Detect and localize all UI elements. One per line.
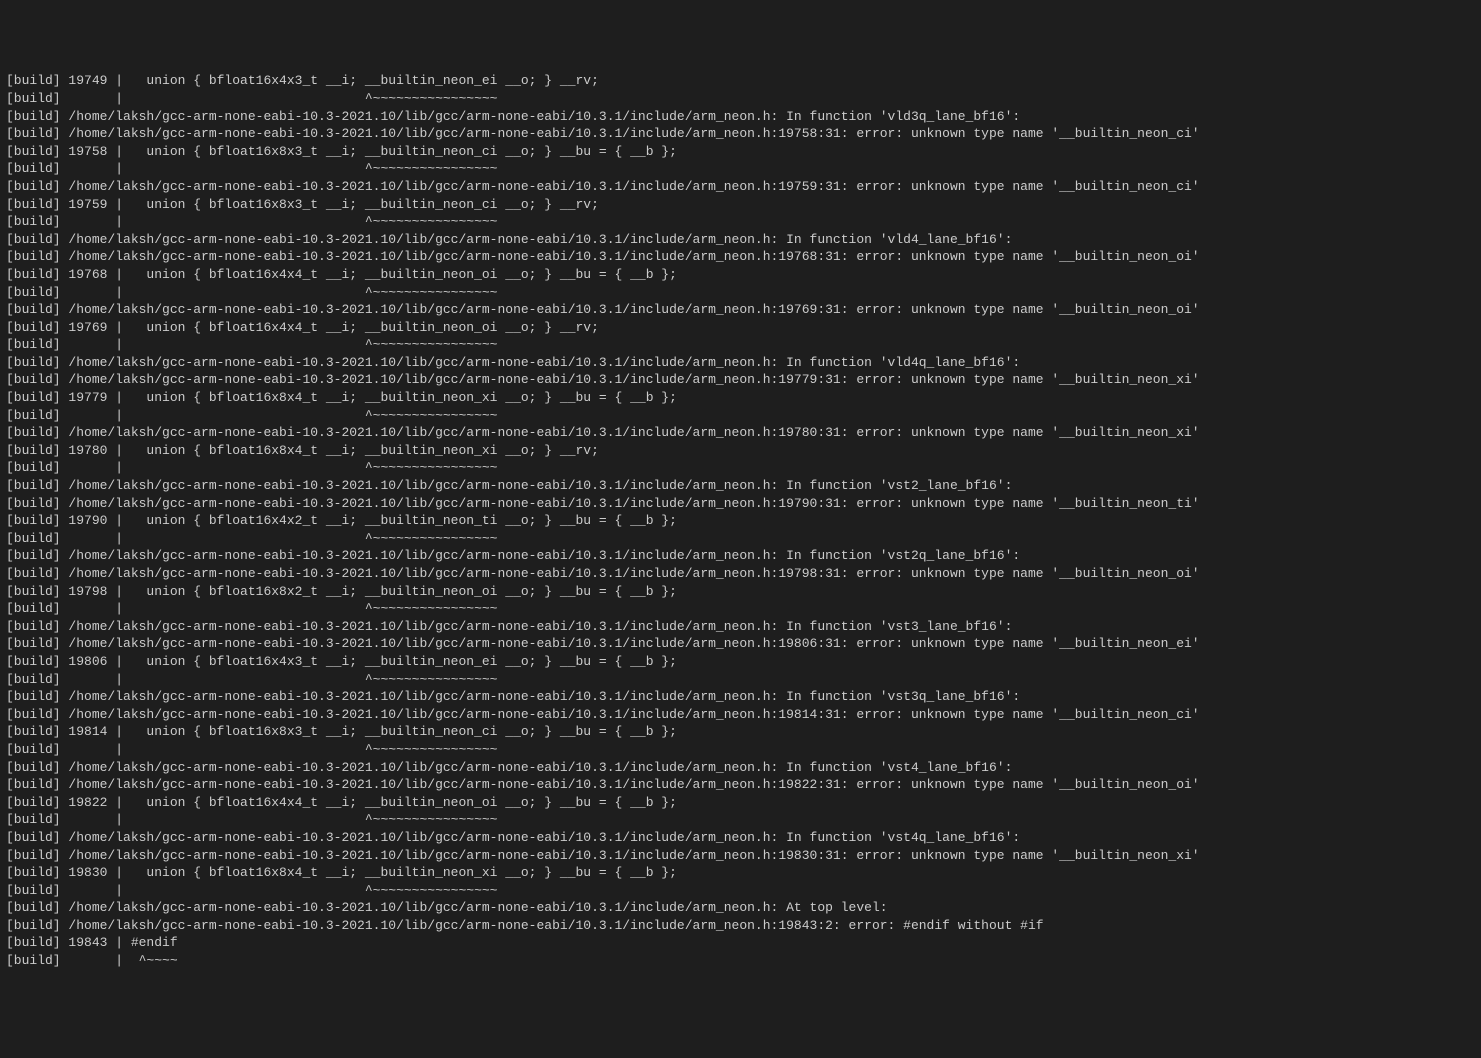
terminal-line: [build] | ^~~~~~~~~~~~~~~~~ [6, 882, 1481, 900]
terminal-line: [build] /home/laksh/gcc-arm-none-eabi-10… [6, 847, 1481, 865]
terminal-line: [build] | ^~~~~~~~~~~~~~~~~ [6, 336, 1481, 354]
terminal-line: [build] 19780 | union { bfloat16x8x4_t _… [6, 442, 1481, 460]
terminal-line: [build] 19790 | union { bfloat16x4x2_t _… [6, 512, 1481, 530]
terminal-line: [build] 19798 | union { bfloat16x8x2_t _… [6, 583, 1481, 601]
terminal-line: [build] 19806 | union { bfloat16x4x3_t _… [6, 653, 1481, 671]
terminal-line: [build] /home/laksh/gcc-arm-none-eabi-10… [6, 495, 1481, 513]
terminal-line: [build] /home/laksh/gcc-arm-none-eabi-10… [6, 424, 1481, 442]
terminal-line: [build] 19830 | union { bfloat16x8x4_t _… [6, 864, 1481, 882]
terminal-line: [build] /home/laksh/gcc-arm-none-eabi-10… [6, 776, 1481, 794]
terminal-line: [build] /home/laksh/gcc-arm-none-eabi-10… [6, 829, 1481, 847]
terminal-line: [build] /home/laksh/gcc-arm-none-eabi-10… [6, 759, 1481, 777]
terminal-line: [build] | ^~~~~~~~~~~~~~~~~ [6, 284, 1481, 302]
terminal-line: [build] 19759 | union { bfloat16x8x3_t _… [6, 196, 1481, 214]
terminal-line: [build] /home/laksh/gcc-arm-none-eabi-10… [6, 899, 1481, 917]
terminal-line: [build] | ^~~~~~~~~~~~~~~~~ [6, 671, 1481, 689]
terminal-line: [build] /home/laksh/gcc-arm-none-eabi-10… [6, 371, 1481, 389]
terminal-line: [build] /home/laksh/gcc-arm-none-eabi-10… [6, 301, 1481, 319]
terminal-line: [build] 19758 | union { bfloat16x8x3_t _… [6, 143, 1481, 161]
terminal-line: [build] 19769 | union { bfloat16x4x4_t _… [6, 319, 1481, 337]
terminal-line: [build] | ^~~~~~~~~~~~~~~~~ [6, 811, 1481, 829]
terminal-line: [build] | ^~~~~ [6, 952, 1481, 970]
terminal-line: [build] /home/laksh/gcc-arm-none-eabi-10… [6, 178, 1481, 196]
terminal-line: [build] /home/laksh/gcc-arm-none-eabi-10… [6, 248, 1481, 266]
terminal-line: [build] | ^~~~~~~~~~~~~~~~~ [6, 530, 1481, 548]
terminal-line: [build] /home/laksh/gcc-arm-none-eabi-10… [6, 635, 1481, 653]
terminal-line: [build] /home/laksh/gcc-arm-none-eabi-10… [6, 354, 1481, 372]
terminal-line: [build] 19843 | #endif [6, 934, 1481, 952]
terminal-line: [build] /home/laksh/gcc-arm-none-eabi-10… [6, 108, 1481, 126]
terminal-line: [build] | ^~~~~~~~~~~~~~~~~ [6, 600, 1481, 618]
terminal-line: [build] /home/laksh/gcc-arm-none-eabi-10… [6, 231, 1481, 249]
terminal-line: [build] 19779 | union { bfloat16x8x4_t _… [6, 389, 1481, 407]
terminal-line: [build] /home/laksh/gcc-arm-none-eabi-10… [6, 477, 1481, 495]
terminal-line: [build] | ^~~~~~~~~~~~~~~~~ [6, 213, 1481, 231]
terminal-line: [build] | ^~~~~~~~~~~~~~~~~ [6, 90, 1481, 108]
terminal-line: [build] /home/laksh/gcc-arm-none-eabi-10… [6, 688, 1481, 706]
terminal-line: [build] /home/laksh/gcc-arm-none-eabi-10… [6, 618, 1481, 636]
terminal-line: [build] | ^~~~~~~~~~~~~~~~~ [6, 407, 1481, 425]
terminal-line: [build] 19749 | union { bfloat16x4x3_t _… [6, 72, 1481, 90]
terminal-line: [build] 19768 | union { bfloat16x4x4_t _… [6, 266, 1481, 284]
terminal-line: [build] /home/laksh/gcc-arm-none-eabi-10… [6, 547, 1481, 565]
terminal-line: [build] /home/laksh/gcc-arm-none-eabi-10… [6, 125, 1481, 143]
terminal-line: [build] | ^~~~~~~~~~~~~~~~~ [6, 741, 1481, 759]
terminal-line: [build] 19822 | union { bfloat16x4x4_t _… [6, 794, 1481, 812]
terminal-line: [build] 19814 | union { bfloat16x8x3_t _… [6, 723, 1481, 741]
terminal-line: [build] | ^~~~~~~~~~~~~~~~~ [6, 160, 1481, 178]
terminal-line: [build] /home/laksh/gcc-arm-none-eabi-10… [6, 917, 1481, 935]
terminal-line: [build] | ^~~~~~~~~~~~~~~~~ [6, 459, 1481, 477]
terminal-output[interactable]: [build] 19749 | union { bfloat16x4x3_t _… [6, 72, 1481, 969]
terminal-line: [build] /home/laksh/gcc-arm-none-eabi-10… [6, 706, 1481, 724]
terminal-line: [build] /home/laksh/gcc-arm-none-eabi-10… [6, 565, 1481, 583]
